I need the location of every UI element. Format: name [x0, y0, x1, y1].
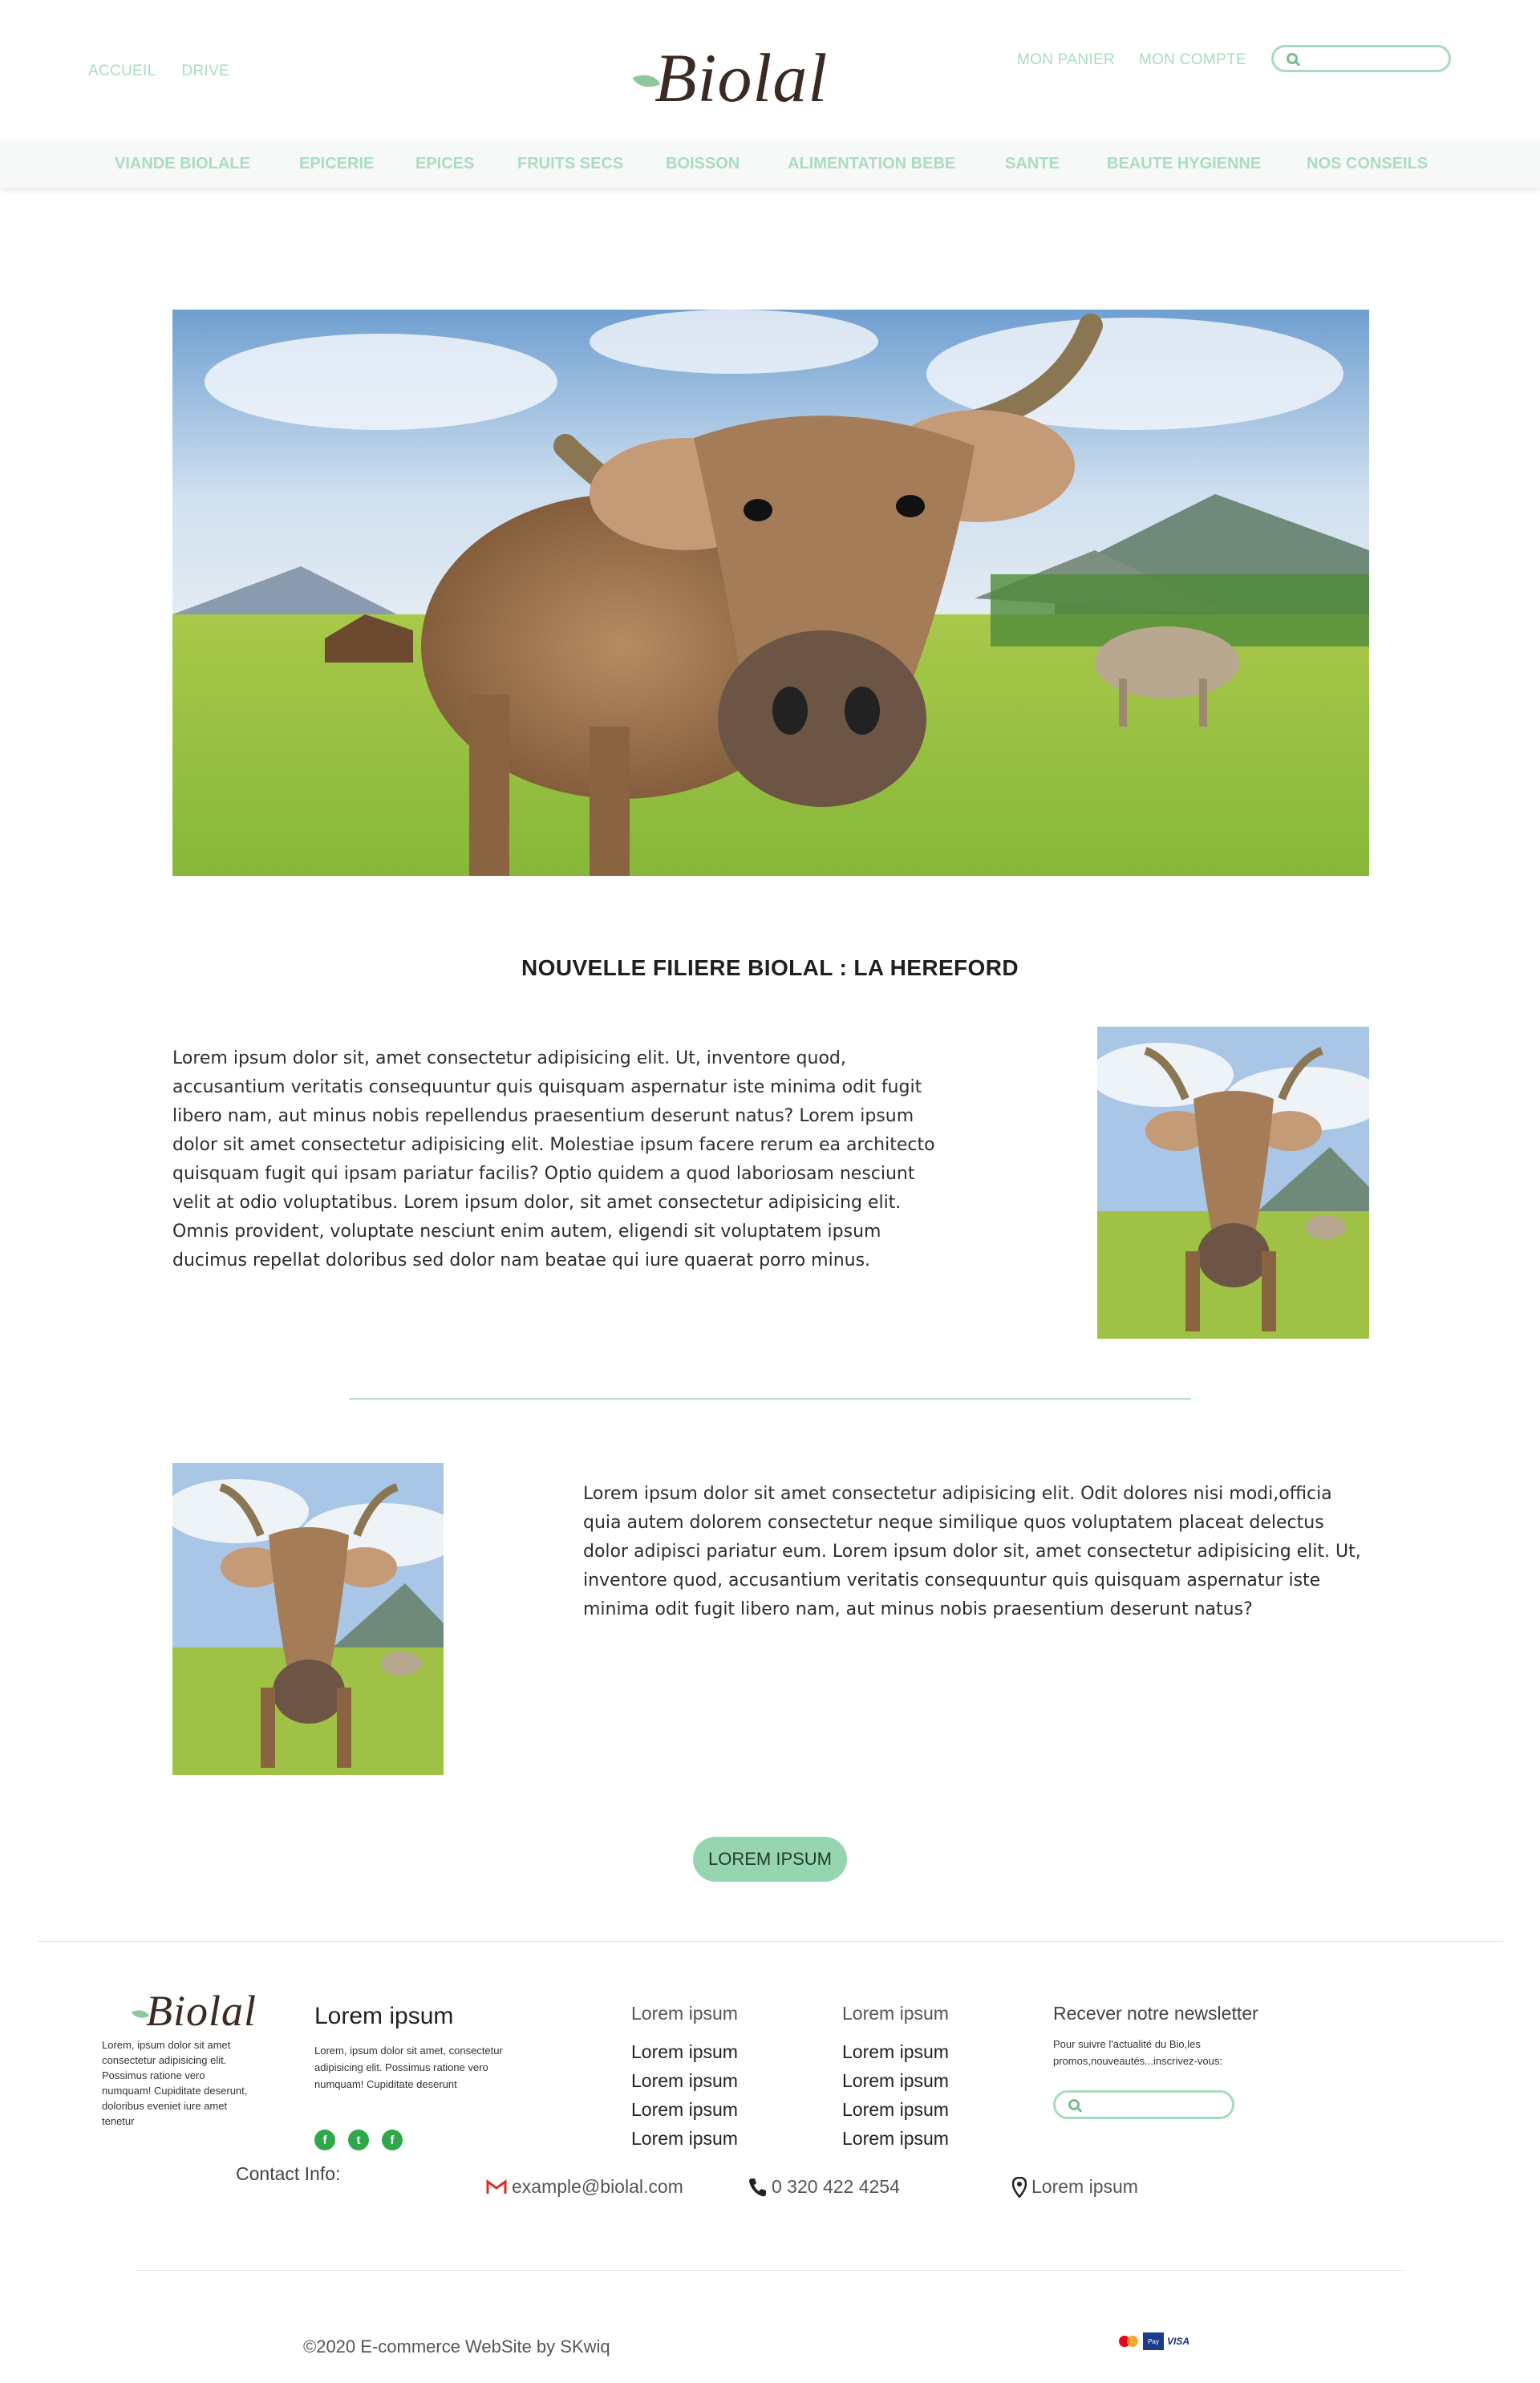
- mastercard-icon: [1119, 2334, 1140, 2349]
- category-viande[interactable]: VIANDE BIOLALE: [115, 155, 250, 173]
- footer-divider-top: [38, 1941, 1503, 1942]
- footer-divider-bottom: [136, 2270, 1404, 2271]
- footer-link[interactable]: Lorem ipsum: [842, 2070, 949, 2091]
- contact-email[interactable]: example@biolal.com: [486, 2176, 683, 2198]
- right-nav: MON PANIER MON COMPTE: [1017, 51, 1246, 69]
- search-icon[interactable]: [1287, 53, 1298, 64]
- footer-link[interactable]: Lorem ipsum: [631, 2070, 738, 2091]
- footer-col4-links: Lorem ipsum Lorem ipsum Lorem ipsum Lore…: [842, 2037, 949, 2153]
- category-bar: VIANDE BIOLALE EPICERIE EPICES FRUITS SE…: [0, 140, 1540, 188]
- category-beaute-hygienne[interactable]: BEAUTE HYGIENNE: [1107, 155, 1261, 173]
- header-search: [1271, 45, 1451, 72]
- visa-icon: VISA: [1167, 2336, 1190, 2347]
- newsletter-text: Pour suivre l'actualité du Bio,les promo…: [1053, 2038, 1222, 2067]
- nav-drive-link[interactable]: DRIVE: [181, 63, 229, 80]
- category-fruits-secs[interactable]: FRUITS SECS: [517, 155, 623, 173]
- newsletter-input[interactable]: [1086, 2094, 1218, 2115]
- footer-col2-text: Lorem, ipsum dolor sit amet, consectetur…: [314, 2045, 503, 2090]
- phone-icon: [749, 2178, 766, 2196]
- facebook-icon[interactable]: f: [314, 2130, 335, 2150]
- article-paragraph-2: Lorem ipsum dolor sit amet consectetur a…: [583, 1484, 1361, 1619]
- contact-address[interactable]: Lorem ipsum: [1012, 2176, 1138, 2198]
- article-paragraph-1: Lorem ipsum dolor sit, amet consectetur …: [172, 1048, 935, 1271]
- twitter-icon[interactable]: t: [348, 2130, 369, 2150]
- category-nos-conseils[interactable]: NOS CONSEILS: [1307, 155, 1428, 173]
- footer-link[interactable]: Lorem ipsum: [631, 2041, 738, 2062]
- footer-about-text: Lorem, ipsum dolor sit amet consectetur …: [102, 2039, 248, 2127]
- footer-col3-title: Lorem ipsum: [631, 2003, 738, 2024]
- account-link[interactable]: MON COMPTE: [1139, 51, 1246, 69]
- gmail-icon: [486, 2178, 507, 2194]
- social-links: f t f: [314, 2130, 403, 2150]
- contact-label: Contact Info:: [236, 2163, 341, 2184]
- category-boisson[interactable]: BOISSON: [666, 155, 740, 173]
- footer-col4-title: Lorem ipsum: [842, 2003, 949, 2024]
- newsletter-title: Recever notre newsletter: [1053, 2003, 1258, 2024]
- site-header: ACCUEIL DRIVE Biolal MON PANIER MON COMP…: [0, 0, 1540, 140]
- address-text: Lorem ipsum: [1031, 2176, 1138, 2197]
- category-epices[interactable]: EPICES: [415, 155, 474, 173]
- article-title: NOUVELLE FILIERE BIOLAL : LA HEREFORD: [521, 954, 1019, 980]
- cart-link[interactable]: MON PANIER: [1017, 51, 1115, 69]
- footer-link[interactable]: Lorem ipsum: [631, 2099, 738, 2120]
- cow-thumbnail-left: [172, 1463, 444, 1775]
- search-icon[interactable]: [1068, 2099, 1080, 2110]
- category-sante[interactable]: SANTE: [1005, 155, 1060, 173]
- hero-cow-image: [172, 310, 1369, 876]
- logo-text: Biolal: [654, 39, 829, 116]
- footer-col3-links: Lorem ipsum Lorem ipsum Lorem ipsum Lore…: [631, 2037, 738, 2153]
- category-alimentation-bebe[interactable]: ALIMENTATION BEBE: [788, 155, 955, 173]
- location-pin-icon: [1012, 2176, 1027, 2198]
- email-text: example@biolal.com: [512, 2176, 683, 2197]
- cow-thumbnail-right: [1097, 1027, 1369, 1339]
- phone-text: 0 320 422 4254: [772, 2176, 900, 2197]
- left-nav: ACCUEIL DRIVE: [88, 63, 229, 80]
- site-logo[interactable]: Biolal: [626, 40, 827, 136]
- lorem-ipsum-button[interactable]: LOREM IPSUM: [693, 1837, 847, 1882]
- nav-accueil-link[interactable]: ACCUEIL: [88, 63, 156, 80]
- category-epicerie[interactable]: EPICERIE: [299, 155, 374, 173]
- footer-link[interactable]: Lorem ipsum: [631, 2128, 738, 2149]
- contact-phone[interactable]: 0 320 422 4254: [748, 2176, 900, 2198]
- footer-link[interactable]: Lorem ipsum: [842, 2041, 949, 2062]
- footer-link[interactable]: Lorem ipsum: [842, 2099, 949, 2120]
- footer-logo[interactable]: Biolal: [128, 1988, 257, 2044]
- newsletter-search: [1053, 2090, 1234, 2119]
- footer-logo-text: Biolal: [146, 1987, 257, 2035]
- section-divider: [349, 1398, 1191, 1400]
- paypal-icon: Pay: [1143, 2332, 1164, 2350]
- copyright: ©2020 E-commerce WebSite by SKwiq: [303, 2336, 610, 2357]
- search-input[interactable]: [1304, 48, 1436, 69]
- footer-link[interactable]: Lorem ipsum: [842, 2128, 949, 2149]
- payment-methods: Pay VISA: [1119, 2332, 1189, 2350]
- facebook-icon[interactable]: f: [382, 2130, 403, 2150]
- footer-col2-title: Lorem ipsum: [314, 2003, 454, 2029]
